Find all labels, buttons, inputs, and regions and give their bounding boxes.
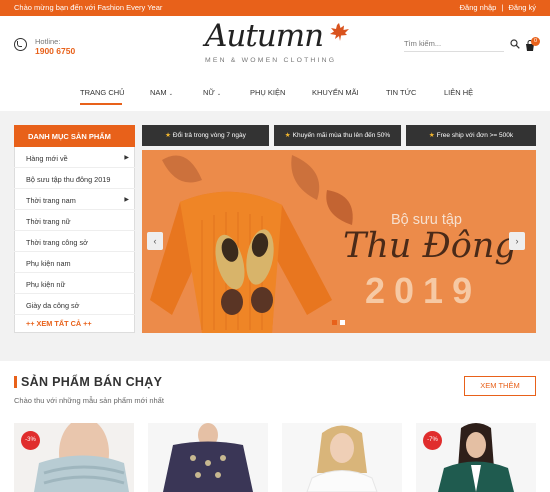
discount-badge: -7% [423, 431, 442, 450]
sidebar-item-new-arrivals[interactable]: Hàng mới về ▶ [14, 149, 135, 168]
sidebar-item-women-accessories[interactable]: Phụ kiện nữ [14, 275, 135, 294]
sidebar-item-office-shoes[interactable]: Giày da công sở [14, 296, 135, 315]
welcome-text: Chào mừng bạn đến với Fashion Every Year [14, 3, 163, 12]
discount-badge: -3% [21, 431, 40, 450]
promo-label: Khuyến mãi mùa thu lên đến 50% [292, 132, 391, 139]
chevron-right-icon: ▶ [124, 197, 129, 203]
main-nav: TRANG CHỦ NAM ⌄ NỮ ⌄ PHỤ KIỆN KHUYẾN MÃI… [0, 78, 550, 110]
sidebar-item-men-accessories[interactable]: Phụ kiện nam [14, 254, 135, 273]
register-link[interactable]: Đăng ký [508, 3, 536, 12]
login-link[interactable]: Đăng nhập [460, 3, 497, 12]
promo-autumn-sale: ★ Khuyến mãi mùa thu lên đến 50% [274, 125, 401, 146]
nav-item-home[interactable]: TRANG CHỦ [80, 88, 125, 97]
section-subtitle: Chào thu với những mẫu sản phẩm mới nhất [14, 396, 164, 405]
star-icon: ★ [284, 132, 291, 139]
phone-icon [14, 38, 27, 51]
view-more-button[interactable]: XEM THÊM [464, 376, 536, 396]
slider-next-button[interactable]: › [509, 232, 525, 250]
promo-returns: ★ Đổi trả trong vòng 7 ngày [142, 125, 269, 146]
slider-dot-active[interactable] [332, 320, 337, 325]
chevron-right-icon: ▶ [124, 155, 129, 161]
sidebar-item-label: Thời trang nam [26, 196, 76, 205]
slider-dot[interactable] [340, 320, 345, 325]
chevron-down-icon: ⌄ [168, 91, 173, 97]
auth-separator: | [501, 3, 504, 12]
sidebar-item-office-wear[interactable]: Thời trang công sở [14, 233, 135, 252]
site-logo[interactable]: Autumn [205, 18, 324, 54]
section-title: SẢN PHẨM BÁN CHẠY [21, 375, 163, 389]
star-icon: ★ [428, 132, 435, 139]
nav-item-men[interactable]: NAM ⌄ [150, 88, 173, 97]
nav-item-women[interactable]: NỮ ⌄ [203, 88, 221, 97]
auth-links: Đăng nhập | Đăng ký [457, 3, 536, 12]
product-card[interactable] [148, 423, 268, 492]
search-icon[interactable] [510, 39, 520, 49]
sidebar-item-collection-2019[interactable]: Bộ sưu tập thu đông 2019 [14, 170, 135, 189]
search-input[interactable] [404, 36, 504, 52]
sidebar-item-women-fashion[interactable]: Thời trang nữ [14, 212, 135, 231]
product-image [282, 423, 402, 492]
product-image [148, 423, 268, 492]
nav-item-promotions[interactable]: KHUYẾN MÃI [312, 88, 359, 97]
star-icon: ★ [165, 132, 171, 139]
view-all-categories-link[interactable]: ++ XEM TẤT CẢ ++ [26, 319, 92, 328]
slider-prev-button[interactable]: ‹ [147, 232, 163, 250]
nav-item-men-label: NAM [150, 88, 167, 97]
sidebar-item-men-fashion[interactable]: Thời trang nam ▶ [14, 191, 135, 210]
nav-item-accessories[interactable]: PHỤ KIỆN [250, 88, 285, 97]
sidebar-heading: DANH MỤC SẢN PHẨM [14, 125, 135, 147]
hotline-phone[interactable]: 1900 6750 [35, 46, 75, 56]
promo-label: Free ship với đơn >= 500k [436, 132, 514, 139]
banner-year: 2019 [365, 270, 482, 311]
logo-tagline: MEN & WOMEN CLOTHING [205, 57, 337, 64]
nav-item-news[interactable]: TIN TỨC [386, 88, 416, 97]
top-bar: Chào mừng bạn đến với Fashion Every Year… [0, 0, 550, 16]
promo-label: Đổi trả trong vòng 7 ngày [172, 132, 246, 139]
sidebar-item-label: Hàng mới về [26, 154, 68, 163]
nav-item-women-label: NỮ [203, 88, 215, 97]
chevron-down-icon: ⌄ [216, 91, 222, 97]
hotline-label: Hotline: [35, 37, 61, 46]
nav-item-contact[interactable]: LIÊN HỆ [444, 88, 473, 97]
nav-active-underline [80, 103, 122, 105]
promo-free-ship: ★ Free ship với đơn >= 500k [406, 125, 536, 146]
banner-title: Thu Đông [343, 226, 517, 266]
cart-count-badge: 0 [531, 37, 540, 46]
product-card[interactable] [282, 423, 402, 492]
maple-leaf-icon [330, 23, 349, 41]
section-accent-bar [14, 376, 17, 388]
